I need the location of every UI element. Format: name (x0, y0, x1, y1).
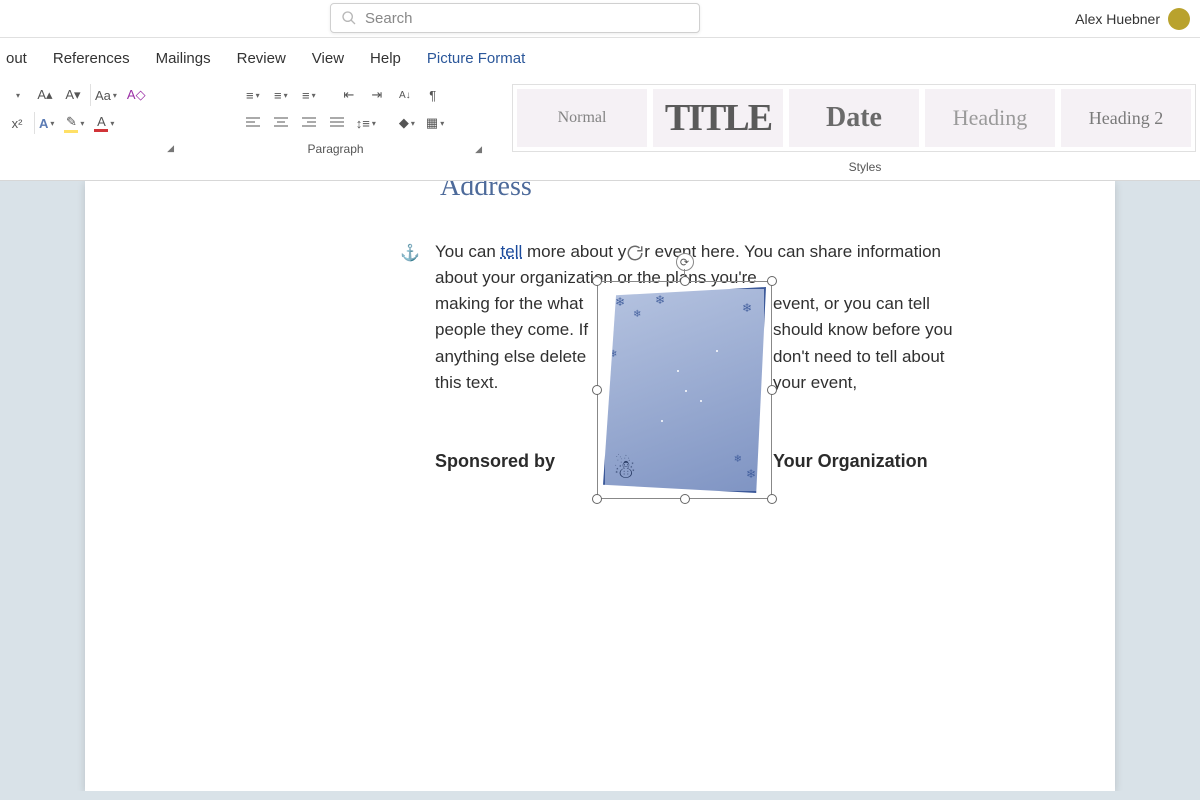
align-right-button[interactable] (298, 112, 320, 134)
tab-review[interactable]: Review (235, 44, 288, 73)
rotate-cursor-icon (626, 244, 644, 262)
style-date[interactable]: Date (789, 89, 919, 147)
align-left-button[interactable] (242, 112, 264, 134)
tab-help[interactable]: Help (368, 44, 403, 73)
group-styles: Normal TITLE Date Heading Heading 2 ▴ ▾ … (512, 84, 1200, 178)
winter-frame-image: ❄ ❄ ❄ ❄ ❄ ❄ ❄ ☃ (603, 287, 766, 493)
paragraph-group-label: Paragraph (308, 142, 364, 156)
decrease-indent-button[interactable]: ⇤ (338, 84, 360, 106)
bullets-button[interactable]: ≡▾ (242, 84, 264, 106)
style-heading2[interactable]: Heading 2 (1061, 89, 1191, 147)
anchor-icon: ⚓ (400, 243, 420, 263)
multilevel-list-button[interactable]: ≡▾ (298, 84, 320, 106)
style-heading[interactable]: Heading (925, 89, 1055, 147)
font-dialog-launcher[interactable]: ◢ (165, 142, 176, 155)
increase-indent-button[interactable]: ⇥ (366, 84, 388, 106)
tab-picture-format[interactable]: Picture Format (425, 44, 527, 73)
search-placeholder: Search (365, 10, 413, 27)
search-box[interactable]: Search (330, 3, 700, 33)
resize-handle-ne[interactable] (767, 276, 777, 286)
resize-handle-nw[interactable] (592, 276, 602, 286)
shrink-font-button[interactable]: A▾ (62, 84, 84, 106)
title-bar: Search Alex Huebner (0, 0, 1200, 38)
align-center-icon (274, 117, 288, 129)
body-left-column[interactable]: making for the what people they come. If… (435, 291, 590, 396)
styles-group-label: Styles (849, 160, 882, 174)
font-color-button[interactable]: A▾ (92, 112, 116, 134)
justify-icon (330, 117, 344, 129)
text-run: more about y (522, 242, 626, 261)
doc-heading-address[interactable]: Address (440, 181, 532, 203)
body-right-column[interactable]: event, or you can tell should know befor… (773, 291, 973, 396)
change-case-button[interactable]: Aa▾ (90, 84, 119, 106)
superscript-button[interactable]: x² (6, 112, 28, 134)
sort-button[interactable]: A↓ (394, 84, 416, 106)
resize-handle-sw[interactable] (592, 494, 602, 504)
account-name[interactable]: Alex Huebner (1075, 8, 1190, 30)
account-name-text: Alex Huebner (1075, 11, 1160, 27)
tab-view[interactable]: View (310, 44, 346, 73)
highlight-button[interactable]: ✎▾ (62, 112, 86, 134)
resize-handle-n[interactable] (680, 276, 690, 286)
text-run: You can (435, 242, 501, 261)
justify-button[interactable] (326, 112, 348, 134)
ribbon-tabs: out References Mailings Review View Help… (0, 38, 1200, 78)
tab-references[interactable]: References (51, 44, 132, 73)
styles-gallery: Normal TITLE Date Heading Heading 2 (512, 84, 1196, 152)
spellcheck-word[interactable]: tell (501, 242, 523, 261)
borders-button[interactable]: ▦▾ (424, 112, 446, 134)
sponsored-by-label[interactable]: Sponsored by (435, 451, 555, 472)
group-font: ▾ A▴ A▾ Aa▾ A◇ x² A▾ ✎▾ A▾ ◢ (6, 84, 176, 159)
show-pilcrow-button[interactable]: ¶ (422, 84, 444, 106)
align-right-icon (302, 117, 316, 129)
resize-handle-w[interactable] (592, 385, 602, 395)
clear-formatting-button[interactable]: A◇ (125, 84, 148, 106)
text-run: r event here. You can share (644, 242, 852, 261)
resize-handle-e[interactable] (767, 385, 777, 395)
grow-font-button[interactable]: A▴ (34, 84, 56, 106)
numbering-button[interactable]: ≡▾ (270, 84, 292, 106)
document-canvas[interactable]: Address ⚓ You can tell more about y r eve… (0, 181, 1200, 791)
style-normal[interactable]: Normal (517, 89, 647, 147)
selected-picture[interactable]: ⟳ ❄ ❄ ❄ ❄ ❄ ❄ ❄ ☃ (597, 281, 772, 499)
font-dropdown-partial[interactable]: ▾ (6, 84, 28, 106)
ribbon: ▾ A▴ A▾ Aa▾ A◇ x² A▾ ✎▾ A▾ ◢ ≡▾ ≡▾ ≡▾ (0, 78, 1200, 181)
tab-layout-partial[interactable]: out (4, 44, 29, 73)
shading-button[interactable]: ◆▾ (396, 112, 418, 134)
avatar (1168, 8, 1190, 30)
line-spacing-button[interactable]: ↕≡▾ (354, 112, 378, 134)
paragraph-dialog-launcher[interactable]: ◢ (473, 143, 484, 156)
group-paragraph: ≡▾ ≡▾ ≡▾ ⇤ ⇥ A↓ ¶ (204, 84, 484, 160)
text-effects-button[interactable]: A▾ (34, 112, 56, 134)
snowman-icon: ☃ (613, 454, 636, 485)
style-title[interactable]: TITLE (653, 89, 783, 147)
resize-handle-se[interactable] (767, 494, 777, 504)
align-center-button[interactable] (270, 112, 292, 134)
resize-handle-s[interactable] (680, 494, 690, 504)
organization-label[interactable]: Your Organization (773, 451, 928, 472)
search-icon (341, 10, 357, 26)
align-left-icon (246, 117, 260, 129)
tab-mailings[interactable]: Mailings (154, 44, 213, 73)
page[interactable]: Address ⚓ You can tell more about y r eve… (85, 181, 1115, 791)
